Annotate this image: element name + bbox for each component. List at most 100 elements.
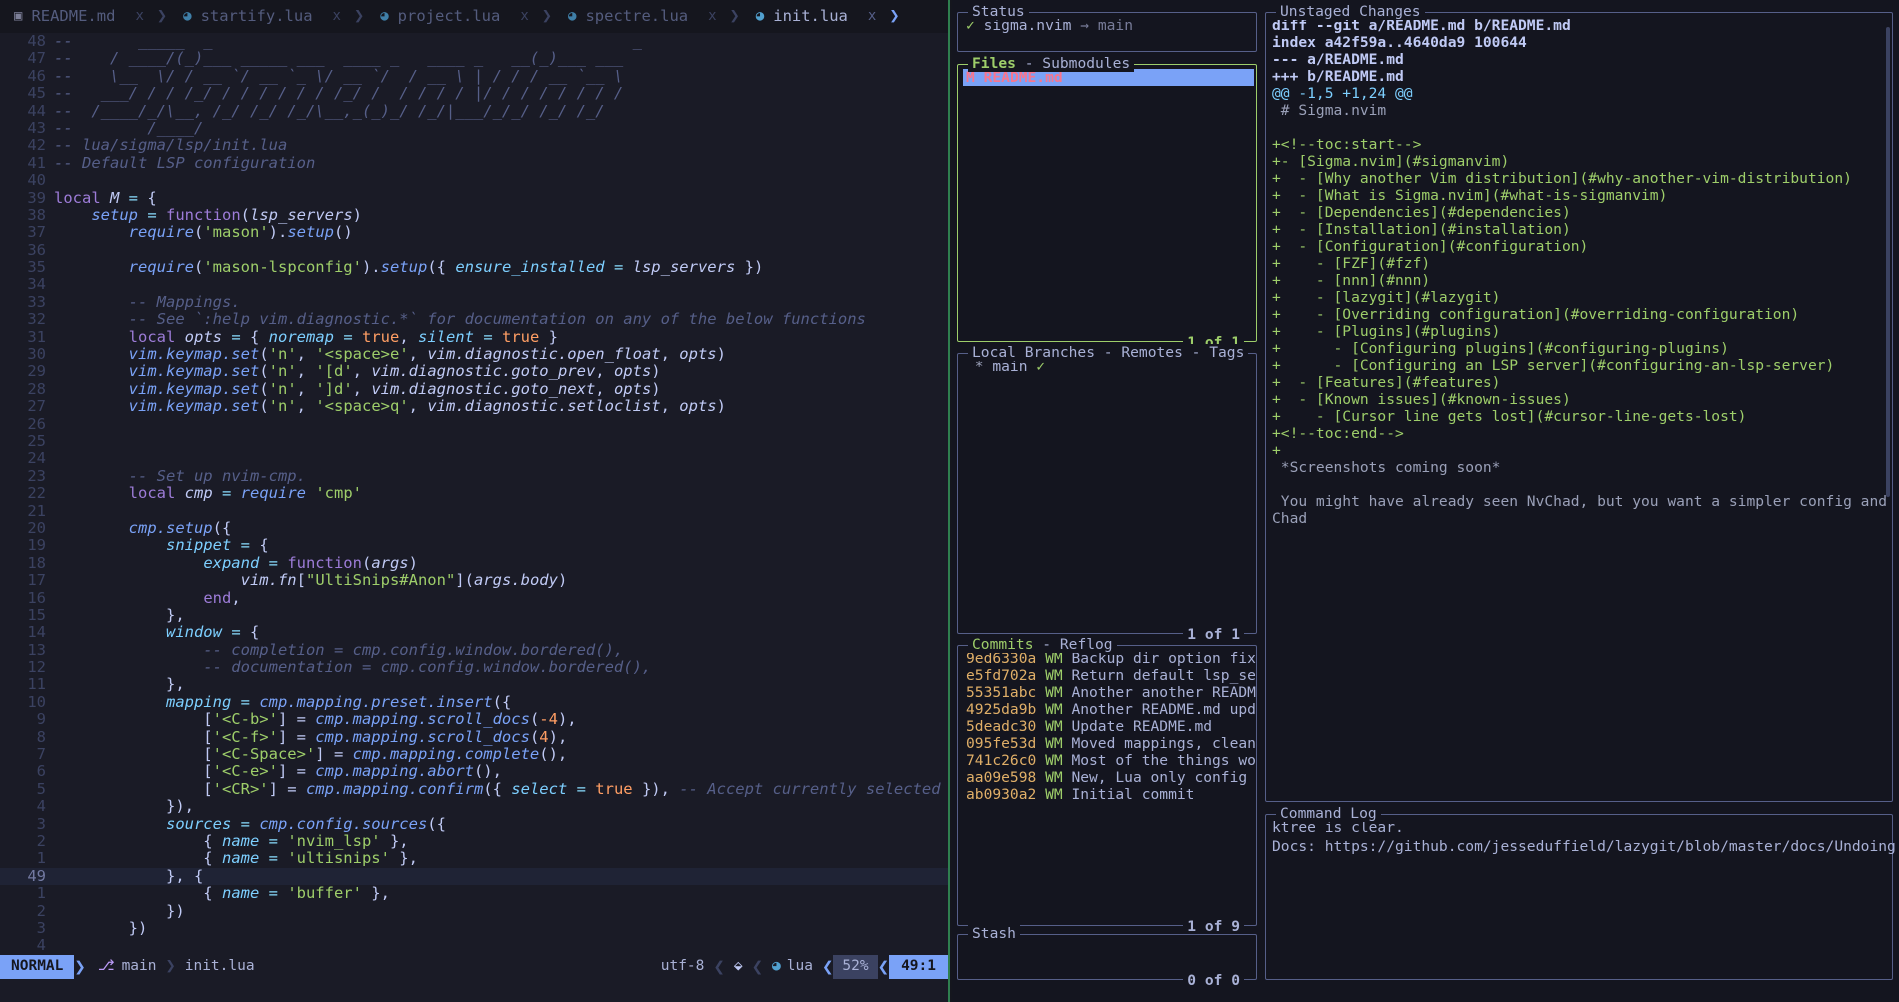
files-panel-title: Files - Submodules	[968, 55, 1135, 72]
commit-message: Another another README.md	[1071, 684, 1256, 701]
code-token: (	[259, 362, 269, 381]
code-text: window = {	[46, 624, 259, 641]
commit-author: WM	[1036, 701, 1063, 718]
files-panel[interactable]: Files - Submodules 1 of 1 M README.md	[957, 55, 1257, 351]
code-token: (),	[539, 745, 568, 764]
branches-list[interactable]: * main ✓	[958, 354, 1256, 633]
line-number: 38	[27, 205, 46, 224]
code-token: }),	[54, 797, 194, 816]
command-log-line: Docs: https://github.com/jesseduffield/l…	[1272, 838, 1899, 855]
status-panel[interactable]: Status ✓ sigma.nvim → main	[957, 3, 1257, 52]
lua-icon: ◕	[772, 958, 781, 975]
commit-hash: 55351abc	[966, 684, 1037, 701]
code-token: vim.keymap.set	[128, 345, 260, 364]
code-token: opts	[679, 397, 717, 416]
commit-row[interactable]: 55351abc WM Another another README.md	[963, 684, 1256, 701]
code-token: (	[529, 710, 540, 729]
code-token: 'n'	[268, 362, 297, 381]
diff-line: + - [Known issues](#known-issues)	[1272, 391, 1571, 408]
stash-panel[interactable]: Stash 0 of 0	[957, 925, 1257, 989]
code-text: }, {	[46, 867, 203, 885]
line-number: 40	[27, 171, 46, 190]
files-list[interactable]: M README.md	[958, 65, 1256, 341]
code-token: ,	[660, 397, 680, 416]
code-token: ()	[334, 223, 353, 242]
diff-panel[interactable]: Unstaged Changes diff --git a/README.md …	[1265, 3, 1893, 802]
code-line: 10 mapping = cmp.mapping.preset.insert({	[0, 693, 948, 711]
diff-line: + - [FZF](#fzf)	[1272, 255, 1431, 272]
tab-startify-lua[interactable]: ◕ startify.lua x ❯	[169, 0, 366, 33]
commit-row[interactable]: ab0930a2 WM Initial commit	[963, 786, 1256, 803]
code-line: 8 ['<C-f>'] = cmp.mapping.scroll_docs(4)…	[0, 728, 948, 746]
code-text: -- lua/sigma/lsp/init.lua	[46, 137, 287, 154]
line-number: 13	[27, 640, 46, 659]
commit-message: Most of the things work,	[1071, 752, 1256, 769]
commit-row[interactable]: 5deadc30 WM Update README.md	[963, 718, 1256, 735]
code-line: 16 end,	[0, 588, 948, 607]
mode-separator-icon: ❯	[74, 956, 86, 978]
commit-message: Return default lsp_server	[1071, 667, 1256, 684]
commit-row[interactable]: e5fd702a WM Return default lsp_server	[963, 667, 1256, 684]
commit-row[interactable]: 095fe53d WM Moved mappings, cleaned s	[963, 735, 1256, 752]
diff-line: +- [Sigma.nvim](#sigmanvim)	[1272, 153, 1510, 170]
close-icon[interactable]: x	[520, 8, 528, 25]
tab-spectre-lua[interactable]: ◕ spectre.lua x ❯	[554, 0, 742, 33]
code-token: (	[259, 379, 269, 398]
line-number: 7	[36, 745, 46, 764]
code-token: {	[147, 188, 157, 207]
code-token: ,	[231, 588, 241, 607]
tabline[interactable]: ▣ README.md x ❯ ◕ startify.lua x ❯ ◕ project.lua x…	[0, 0, 948, 33]
commit-row[interactable]: 4925da9b WM Another README.md update	[963, 701, 1256, 718]
close-icon[interactable]: x	[868, 8, 876, 25]
code-token: ,	[408, 397, 428, 416]
diff-line: + - [Dependencies](#dependencies)	[1272, 204, 1571, 221]
code-text: ['<C-Space>'] = cmp.mapping.complete(),	[46, 745, 568, 764]
code-editor[interactable]: 48 -- _____ _ _ 47 -- / ____/(_)___ _____ _…	[0, 33, 948, 971]
code-line: 39 local M = {	[0, 188, 948, 207]
line-number: 5	[36, 779, 46, 798]
tab-separator-icon: ❯	[889, 5, 900, 26]
close-icon[interactable]: x	[708, 8, 716, 25]
line-number: 11	[27, 675, 46, 694]
code-token: sources	[165, 814, 232, 833]
code-token: 'n'	[268, 345, 297, 364]
code-token: '<space>e'	[315, 345, 409, 364]
code-token: ).	[268, 223, 288, 242]
code-token: },	[380, 831, 409, 850]
code-text: local cmp = require 'cmp'	[46, 484, 362, 502]
diff-scrollbar[interactable]	[1886, 27, 1890, 497]
code-token: lsp_servers	[632, 258, 736, 277]
code-token: {	[54, 831, 222, 850]
command-log-panel[interactable]: Command Log ktree is clear. Docs: https:/…	[1265, 805, 1899, 980]
commits-panel[interactable]: Commits - Reflog 1 of 9 9ed6330a WM Back…	[957, 636, 1257, 935]
tab-init-lua[interactable]: ◕ init.lua x ❯	[742, 0, 902, 33]
code-token: =	[231, 536, 260, 555]
status-percent: 52%	[833, 955, 878, 979]
tab-README-md[interactable]: ▣ README.md x ❯	[0, 0, 169, 33]
code-token: local	[128, 327, 185, 346]
code-text: snippet = {	[46, 537, 269, 554]
tab-project-lua[interactable]: ◕ project.lua x ❯	[366, 0, 554, 33]
branches-panel[interactable]: Local Branches - Remotes - Tags 1 of 1 *…	[957, 344, 1257, 643]
line-number: 1	[36, 849, 46, 868]
code-token: =	[259, 849, 288, 868]
commit-author: WM	[1036, 786, 1063, 803]
commits-list[interactable]: 9ed6330a WM Backup dir option fix ande5f…	[958, 646, 1256, 925]
code-line: 47 -- / ____/(_)___ _____ ___ ____ _ ____…	[0, 49, 948, 67]
code-token: },	[54, 605, 185, 624]
commit-row[interactable]: 741c26c0 WM Most of the things work,	[963, 752, 1256, 769]
code-text: local opts = { noremap = true, silent = …	[46, 327, 558, 346]
code-line: 6 ['<C-e>'] = cmp.mapping.abort(),	[0, 762, 948, 781]
code-text: mapping = cmp.mapping.preset.insert({	[46, 693, 511, 711]
line-number: 15	[27, 605, 46, 624]
commit-row[interactable]: aa09e598 WM New, Lua only config	[963, 769, 1256, 786]
line-number: 6	[36, 762, 46, 781]
code-line: 2 })	[0, 902, 948, 920]
close-icon[interactable]: x	[333, 8, 341, 25]
close-icon[interactable]: x	[135, 8, 143, 25]
code-line-current: 49 }, {	[0, 867, 948, 886]
